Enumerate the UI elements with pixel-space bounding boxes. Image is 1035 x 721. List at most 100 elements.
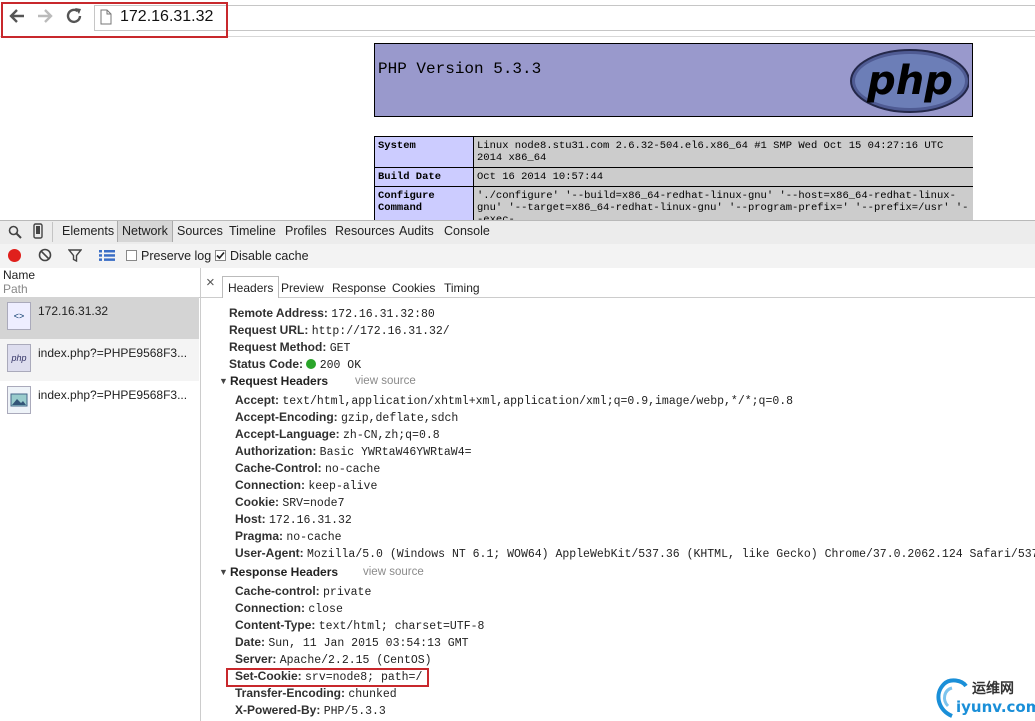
header-value: Mozilla/5.0 (Windows NT 6.1; WOW64) Appl… [307, 548, 1035, 561]
clear-icon[interactable] [38, 248, 52, 265]
url-highlight-box [1, 2, 228, 38]
detail-tabbar [201, 268, 1035, 298]
header-key: Pragma: [235, 529, 284, 543]
tab-audits[interactable]: Audits [399, 224, 434, 238]
filter-icon[interactable] [67, 249, 83, 265]
header-value: Sun, 11 Jan 2015 03:54:13 GMT [268, 637, 469, 650]
header-value: 172.16.31.32 [269, 514, 352, 527]
header-value: PHP/5.3.3 [323, 705, 386, 718]
table-row: Build Date Oct 16 2014 10:57:44 [374, 167, 973, 187]
disable-cache-checkbox[interactable] [215, 250, 226, 261]
table-value: './configure' '--build=x86_64-redhat-lin… [473, 186, 973, 220]
header-row: Transfer-Encoding: chunked [235, 686, 397, 701]
header-row: Accept-Language: zh-CN,zh;q=0.8 [235, 427, 440, 442]
header-row: Cache-Control: no-cache [235, 461, 380, 476]
tab-cookies[interactable]: Cookies [392, 281, 435, 295]
header-row: Host: 172.16.31.32 [235, 512, 352, 527]
tab-elements[interactable]: Elements [62, 224, 114, 238]
php-logo-text: php [866, 58, 953, 104]
header-value: private [323, 586, 372, 599]
tab-preview[interactable]: Preview [281, 281, 324, 295]
header-value: text/html,application/xhtml+xml,applicat… [282, 395, 794, 408]
header-key: Server: [235, 652, 277, 666]
column-path-header: Path [3, 282, 28, 296]
header-row: Connection: keep-alive [235, 478, 377, 493]
tab-network[interactable]: Network [117, 221, 173, 242]
general-row: Request Method: GET [229, 340, 350, 355]
table-key: Configure Command [374, 186, 474, 220]
image-file-icon [7, 386, 31, 414]
table-key: Build Date [374, 167, 474, 187]
header-value: no-cache [325, 463, 381, 476]
column-name-header[interactable]: Name [3, 268, 35, 282]
tab-console[interactable]: Console [444, 224, 490, 238]
tab-headers[interactable]: Headers [222, 276, 280, 298]
header-value: close [308, 603, 343, 616]
request-name[interactable]: index.php?=PHPE9568F3... [38, 346, 187, 360]
header-value: SRV=node7 [282, 497, 345, 510]
php-version-title: PHP Version 5.3.3 [378, 60, 542, 78]
general-row: Status Code: 200 OK [229, 357, 361, 372]
view-source-link[interactable]: view source [363, 566, 424, 578]
watermark-logo: 运维网 iyunv.com [932, 676, 1035, 721]
header-row: X-Powered-By: PHP/5.3.3 [235, 703, 386, 718]
header-row: Accept-Encoding: gzip,deflate,sdch [235, 410, 458, 425]
table-value: Linux node8.stu31.com 2.6.32-504.el6.x86… [473, 136, 973, 168]
table-row: Configure Command './configure' '--build… [374, 186, 973, 220]
header-row: Pragma: no-cache [235, 529, 342, 544]
header-value: Apache/2.2.15 (CentOS) [279, 654, 432, 667]
php-image-icon: php [7, 344, 31, 372]
watermark-cn: 运维网 [972, 681, 1014, 697]
device-mode-icon[interactable] [33, 223, 43, 242]
table-value: Oct 16 2014 10:57:44 [473, 167, 973, 187]
collapse-triangle-icon[interactable]: ▼ [219, 567, 228, 577]
view-source-link[interactable]: view source [355, 375, 416, 387]
header-key: Cache-Control: [235, 461, 322, 475]
header-row: Server: Apache/2.2.15 (CentOS) [235, 652, 432, 667]
header-key: Accept-Language: [235, 427, 340, 441]
request-name[interactable]: index.php?=PHPE9568F3... [38, 388, 187, 402]
disable-cache-label: Disable cache [230, 249, 309, 263]
header-key: Remote Address: [229, 306, 328, 320]
record-icon[interactable] [8, 249, 21, 262]
header-key: Cookie: [235, 495, 280, 509]
header-row: User-Agent: Mozilla/5.0 (Windows NT 6.1;… [235, 546, 1035, 561]
general-row: Remote Address: 172.16.31.32:80 [229, 306, 435, 321]
request-headers-title[interactable]: Request Headers [230, 374, 328, 388]
inspect-search-icon[interactable] [8, 225, 22, 242]
request-name[interactable]: 172.16.31.32 [38, 304, 108, 318]
table-key: System [374, 136, 474, 168]
header-key: Status Code: [229, 357, 304, 371]
status-dot-icon [306, 359, 317, 369]
tab-resources[interactable]: Resources [335, 224, 395, 238]
header-value: text/html; charset=UTF-8 [318, 620, 485, 633]
header-key: Transfer-Encoding: [235, 686, 346, 700]
header-value: keep-alive [308, 480, 378, 493]
collapse-triangle-icon[interactable]: ▼ [219, 376, 228, 386]
header-value: GET [329, 342, 351, 355]
response-headers-title[interactable]: Response Headers [230, 565, 338, 579]
preserve-log-label: Preserve log [141, 249, 212, 263]
list-view-icon[interactable] [99, 250, 115, 264]
close-icon[interactable]: × [206, 274, 215, 291]
header-key: Accept-Encoding: [235, 410, 338, 424]
header-row: Cache-control: private [235, 584, 371, 599]
header-row: Connection: close [235, 601, 343, 616]
tab-response[interactable]: Response [332, 281, 386, 295]
tab-sources[interactable]: Sources [177, 224, 223, 238]
general-row: Request URL: http://172.16.31.32/ [229, 323, 450, 338]
header-value: http://172.16.31.32/ [311, 325, 450, 338]
tab-profiles[interactable]: Profiles [285, 224, 327, 238]
tab-timing[interactable]: Timing [444, 281, 480, 295]
preserve-log-checkbox[interactable] [126, 250, 137, 261]
set-cookie-highlight-box [226, 668, 429, 687]
header-key: Date: [235, 635, 266, 649]
table-row: System Linux node8.stu31.com 2.6.32-504.… [374, 136, 973, 168]
header-row: Date: Sun, 11 Jan 2015 03:54:13 GMT [235, 635, 469, 650]
toolbar-divider [52, 222, 53, 242]
tab-timeline[interactable]: Timeline [229, 224, 276, 238]
address-bar[interactable] [94, 5, 1035, 31]
header-key: Request Method: [229, 340, 327, 354]
header-key: Connection: [235, 601, 305, 615]
watermark-domain: iyunv.com [956, 698, 1035, 716]
